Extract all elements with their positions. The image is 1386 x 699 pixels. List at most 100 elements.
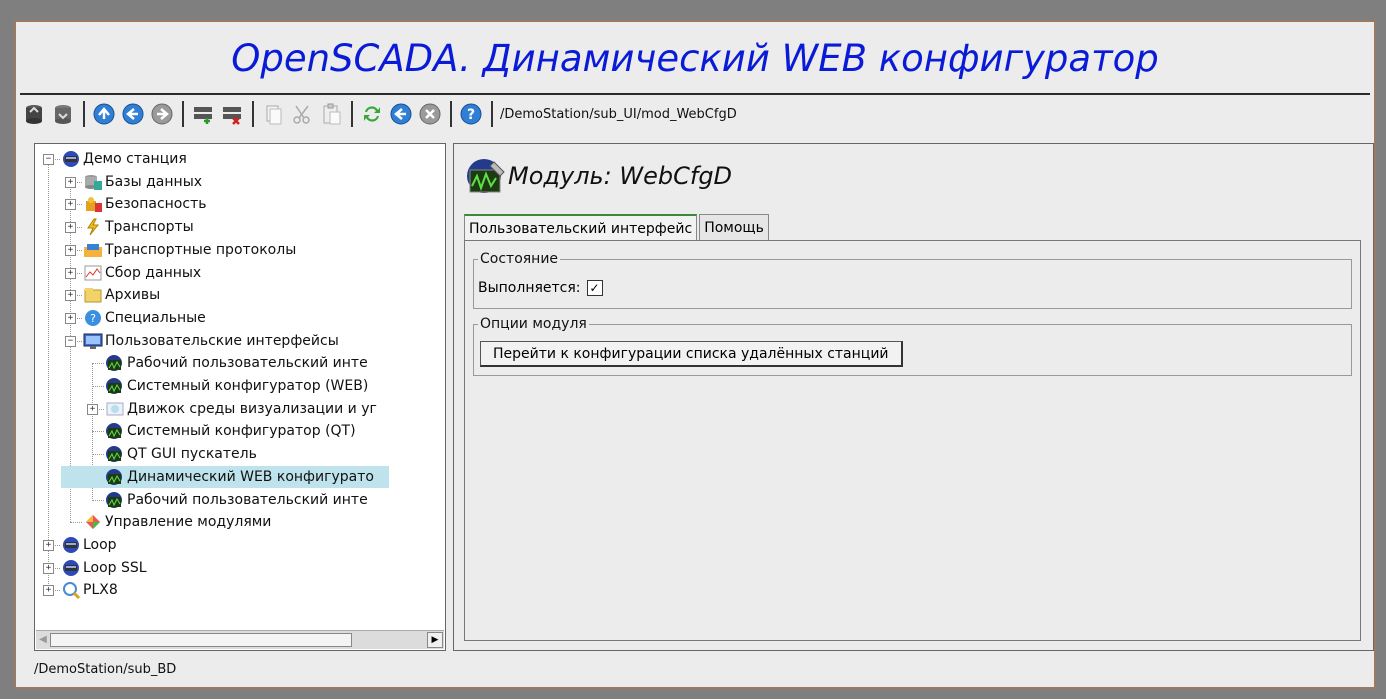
tree-item-label: Рабочий пользовательский инте xyxy=(127,491,368,508)
toolbar-separator xyxy=(351,101,353,127)
tree-item-label: Безопасность xyxy=(105,196,207,213)
collapse-icon[interactable]: − xyxy=(65,335,76,347)
tree-item[interactable]: Транспортные протоколы xyxy=(83,239,296,261)
expand-icon[interactable]: + xyxy=(65,290,76,302)
tab-panel: Состояние Выполняется: ✓ Опции модуля Пе… xyxy=(464,240,1361,641)
toolbar-separator xyxy=(83,101,85,127)
stop-icon[interactable] xyxy=(416,100,444,128)
tab-help[interactable]: Помощь xyxy=(699,214,769,241)
tree-item[interactable]: Рабочий пользовательский инте xyxy=(105,352,368,374)
tree-guide-line xyxy=(92,431,104,433)
add-item-icon[interactable] xyxy=(189,100,217,128)
tree-item-label: QT GUI пускатель xyxy=(127,446,257,463)
special-icon: ? xyxy=(83,309,105,327)
navigation-tree[interactable]: − Демо станция + Базы данных + Безопасность + Т… xyxy=(34,143,446,651)
tree-item[interactable]: PLX8 xyxy=(61,579,118,601)
collapse-icon[interactable]: − xyxy=(43,154,54,165)
expand-icon[interactable]: + xyxy=(87,403,98,415)
tree-item-label: Управление модулями xyxy=(105,514,272,531)
expand-icon[interactable]: + xyxy=(65,199,76,211)
expand-icon[interactable]: + xyxy=(65,222,76,234)
tree-guide-line xyxy=(92,454,104,456)
station-icon xyxy=(61,150,83,168)
tab-user-interface[interactable]: Пользовательский интерфейс xyxy=(464,214,698,242)
help-icon[interactable]: ? xyxy=(457,100,485,128)
tree-item-label: Loop xyxy=(83,536,117,553)
copy-icon[interactable] xyxy=(259,100,287,128)
tree-item[interactable]: Loop xyxy=(61,534,117,556)
tree-item[interactable]: Сбор данных xyxy=(83,262,201,284)
mod-icon xyxy=(105,377,127,395)
module-options-legend: Опции модуля xyxy=(478,316,589,332)
running-checkbox[interactable]: ✓ xyxy=(586,280,603,296)
toolbar-separator xyxy=(252,101,254,127)
tree-item[interactable]: Динамический WEB конфигурато xyxy=(61,465,389,488)
check-mark-icon: ✓ xyxy=(589,281,600,295)
title-divider xyxy=(20,93,1370,95)
expand-icon[interactable]: + xyxy=(65,244,76,256)
toolbar-separator xyxy=(491,101,493,127)
tree-item[interactable]: Архивы xyxy=(83,284,160,306)
tree-item-label: Системный конфигуратор (WEB) xyxy=(127,378,369,394)
tree-item-label: Архивы xyxy=(105,287,161,304)
back-icon[interactable] xyxy=(119,100,147,128)
paste-icon[interactable] xyxy=(317,100,345,128)
up-icon[interactable] xyxy=(90,100,118,128)
module-icon xyxy=(467,159,505,193)
tree-item-label: Рабочий пользовательский инте xyxy=(127,355,368,372)
expand-icon[interactable]: + xyxy=(43,539,54,551)
tree-guide-line xyxy=(92,499,104,501)
status-bar: /DemoStation/sub_BD xyxy=(34,662,177,677)
module-options-group: Опции модуля Перейти к конфигурации спис… xyxy=(473,316,1352,376)
tree-item[interactable]: Управление модулями xyxy=(83,511,271,533)
goto-remote-stations-button[interactable]: Перейти к конфигурации списка удалённых … xyxy=(480,341,903,367)
expand-icon[interactable]: + xyxy=(65,176,76,188)
mod-icon xyxy=(105,354,127,372)
tree-item[interactable]: Базы данных xyxy=(83,171,202,193)
toolbar-separator xyxy=(182,101,184,127)
expand-icon[interactable]: + xyxy=(65,267,76,279)
tree-item-label: Базы данных xyxy=(105,173,203,190)
db-save-icon[interactable] xyxy=(49,100,77,128)
tree-item[interactable]: Loop SSL xyxy=(61,557,147,579)
toolbar-separator xyxy=(450,101,452,127)
scroll-left-arrow-icon[interactable]: ◀ xyxy=(37,632,49,646)
tree-item-label: Демо станция xyxy=(83,151,187,167)
tree-item[interactable]: Демо станция xyxy=(61,148,187,170)
state-group-legend: Состояние xyxy=(478,251,561,267)
start-icon[interactable] xyxy=(387,100,415,128)
tree-item[interactable]: ? Специальные xyxy=(83,307,206,329)
content-panel: Модуль: WebCfgD Пользовательский интерфе… xyxy=(453,143,1374,651)
tree-item[interactable]: Пользовательские интерфейсы xyxy=(83,330,339,352)
tree-item[interactable]: QT GUI пускатель xyxy=(105,443,257,465)
ui-icon xyxy=(83,332,105,350)
mod-icon xyxy=(105,491,127,509)
expand-icon[interactable]: + xyxy=(43,585,54,597)
cut-icon[interactable] xyxy=(288,100,316,128)
db-load-icon[interactable] xyxy=(20,100,48,128)
tree-item-label: Транспорты xyxy=(105,219,194,236)
db-icon xyxy=(83,173,105,191)
expand-icon[interactable]: + xyxy=(43,562,54,574)
expand-icon[interactable]: + xyxy=(65,312,76,324)
tree-item[interactable]: Системный конфигуратор (WEB) xyxy=(105,375,368,397)
tree-item[interactable]: Безопасность xyxy=(83,193,206,215)
horizontal-scrollbar[interactable]: ◀ ▶ xyxy=(36,630,444,649)
tree-item[interactable]: Рабочий пользовательский инте xyxy=(105,489,368,511)
tree-item[interactable]: Движок среды визуализации и уг xyxy=(105,398,377,420)
vis-icon xyxy=(105,400,127,418)
scroll-thumb[interactable] xyxy=(50,633,352,647)
refresh-icon[interactable] xyxy=(358,100,386,128)
tree-item-label: Системный конфигуратор (QT) xyxy=(127,423,356,440)
tree-item[interactable]: Транспорты xyxy=(83,216,194,238)
delete-item-icon[interactable] xyxy=(218,100,246,128)
tree-item-label: Специальные xyxy=(105,309,206,326)
mod-icon xyxy=(105,445,127,463)
running-label: Выполняется: xyxy=(478,280,581,296)
tab-bar: Пользовательский интерфейс Помощь xyxy=(464,214,771,242)
tree-item[interactable]: Системный конфигуратор (QT) xyxy=(105,420,356,442)
running-row: Выполняется: ✓ xyxy=(478,280,603,296)
scroll-right-arrow-icon[interactable]: ▶ xyxy=(427,632,443,648)
forward-icon[interactable] xyxy=(148,100,176,128)
tree-item-label: Пользовательские интерфейсы xyxy=(105,332,339,349)
